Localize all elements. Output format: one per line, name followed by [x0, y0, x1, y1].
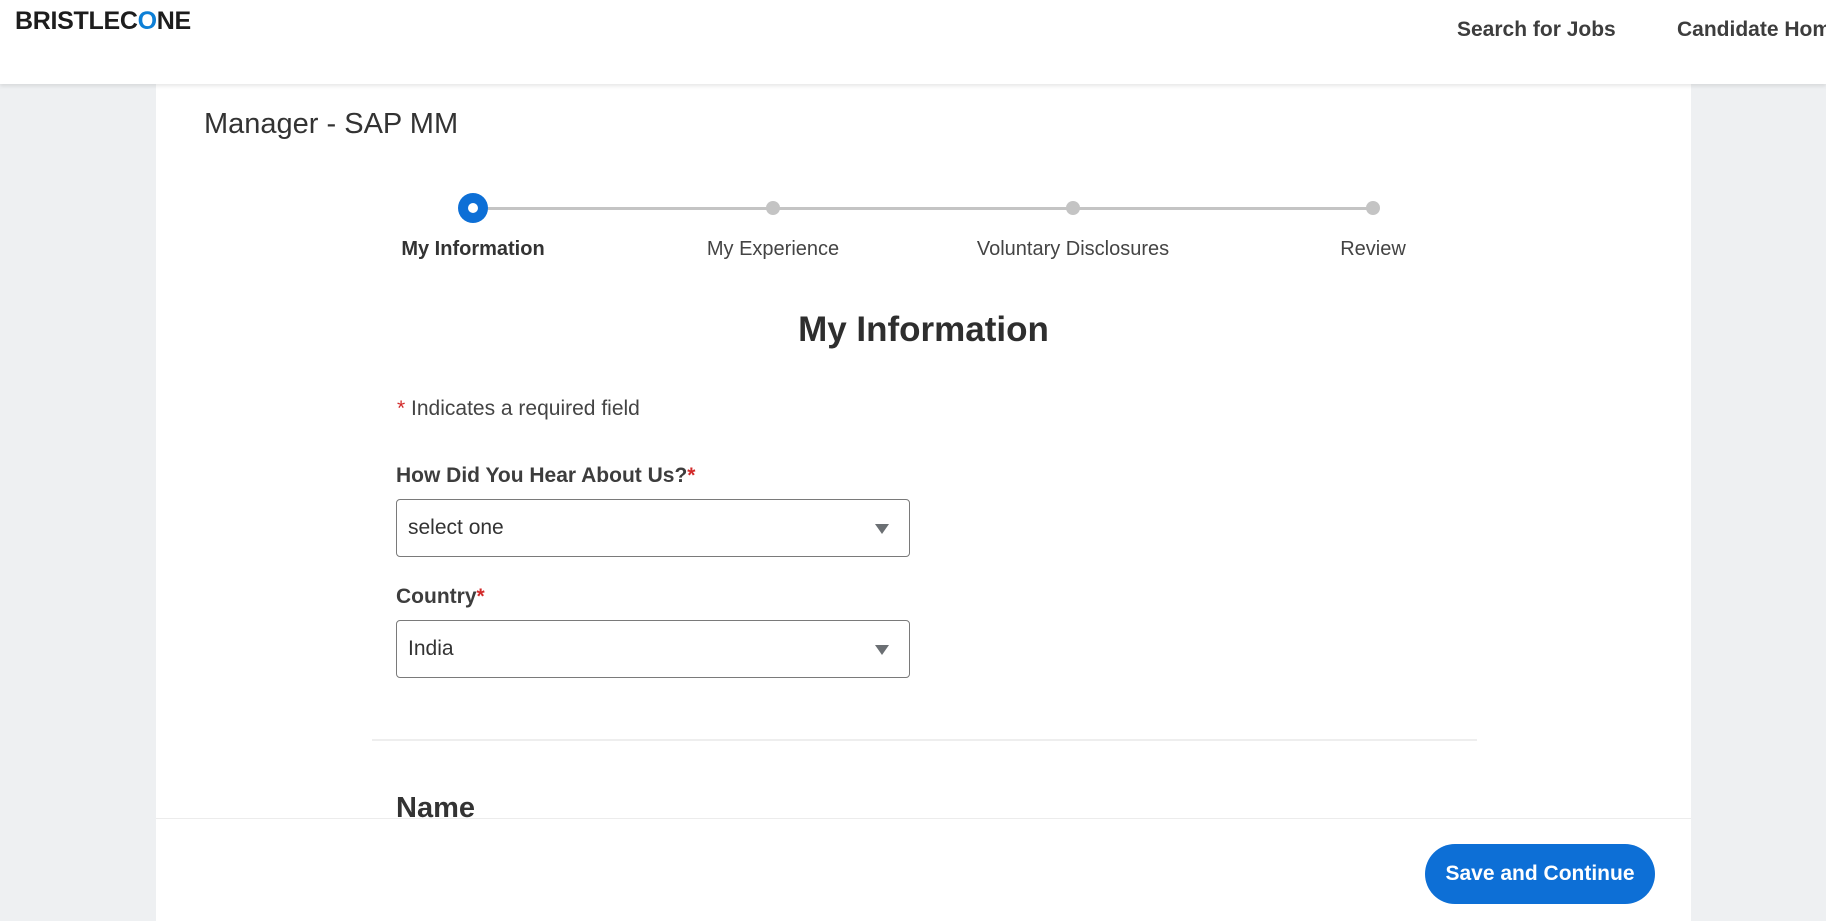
step-label-review: Review: [1340, 238, 1406, 260]
step-indicator-voluntary-disclosures: [1066, 201, 1080, 215]
chevron-down-icon: [875, 645, 889, 655]
step-label-voluntary-disclosures: Voluntary Disclosures: [976, 238, 1170, 260]
country-label: Country*: [396, 585, 485, 609]
required-asterisk: *: [397, 397, 406, 420]
country-value: India: [408, 637, 454, 660]
how-did-you-hear-label-text: How Did You Hear About Us?: [396, 464, 688, 487]
chevron-down-icon: [875, 524, 889, 534]
step-label-my-information: My Information: [401, 238, 545, 260]
logo-text-start: BRISTLEC: [15, 7, 138, 35]
how-did-you-hear-select[interactable]: select one: [396, 499, 910, 557]
nav-search-for-jobs[interactable]: Search for Jobs: [1457, 18, 1616, 42]
logo-text-end: NE: [156, 7, 191, 35]
required-field-note: * Indicates a required field: [397, 397, 640, 421]
application-card: Manager - SAP MM My Information My Exper…: [156, 84, 1691, 921]
country-label-text: Country: [396, 585, 477, 608]
how-did-you-hear-value: select one: [408, 516, 504, 539]
step-indicator-review: [1366, 201, 1380, 215]
save-and-continue-button[interactable]: Save and Continue: [1425, 844, 1655, 904]
step-indicator-my-information: [458, 193, 488, 223]
step-indicator-my-experience: [766, 201, 780, 215]
stepper-track: [473, 207, 1373, 210]
step-label-my-experience: My Experience: [706, 238, 840, 260]
required-asterisk: *: [687, 464, 696, 487]
bristlecone-logo[interactable]: BRISTLECONE: [15, 7, 191, 36]
how-did-you-hear-label: How Did You Hear About Us?*: [396, 464, 695, 488]
section-divider: [372, 739, 1477, 741]
logo-text-o: O: [137, 7, 157, 35]
nav-candidate-home[interactable]: Candidate Home: [1677, 18, 1826, 42]
section-title: My Information: [798, 310, 1049, 349]
country-select[interactable]: India: [396, 620, 910, 678]
top-navigation-bar: BRISTLECONE Search for Jobs Candidate Ho…: [0, 0, 1826, 84]
form-footer: Save and Continue: [156, 818, 1691, 921]
job-title: Manager - SAP MM: [204, 108, 459, 140]
required-note-text: Indicates a required field: [411, 397, 640, 420]
required-asterisk: *: [476, 585, 485, 608]
